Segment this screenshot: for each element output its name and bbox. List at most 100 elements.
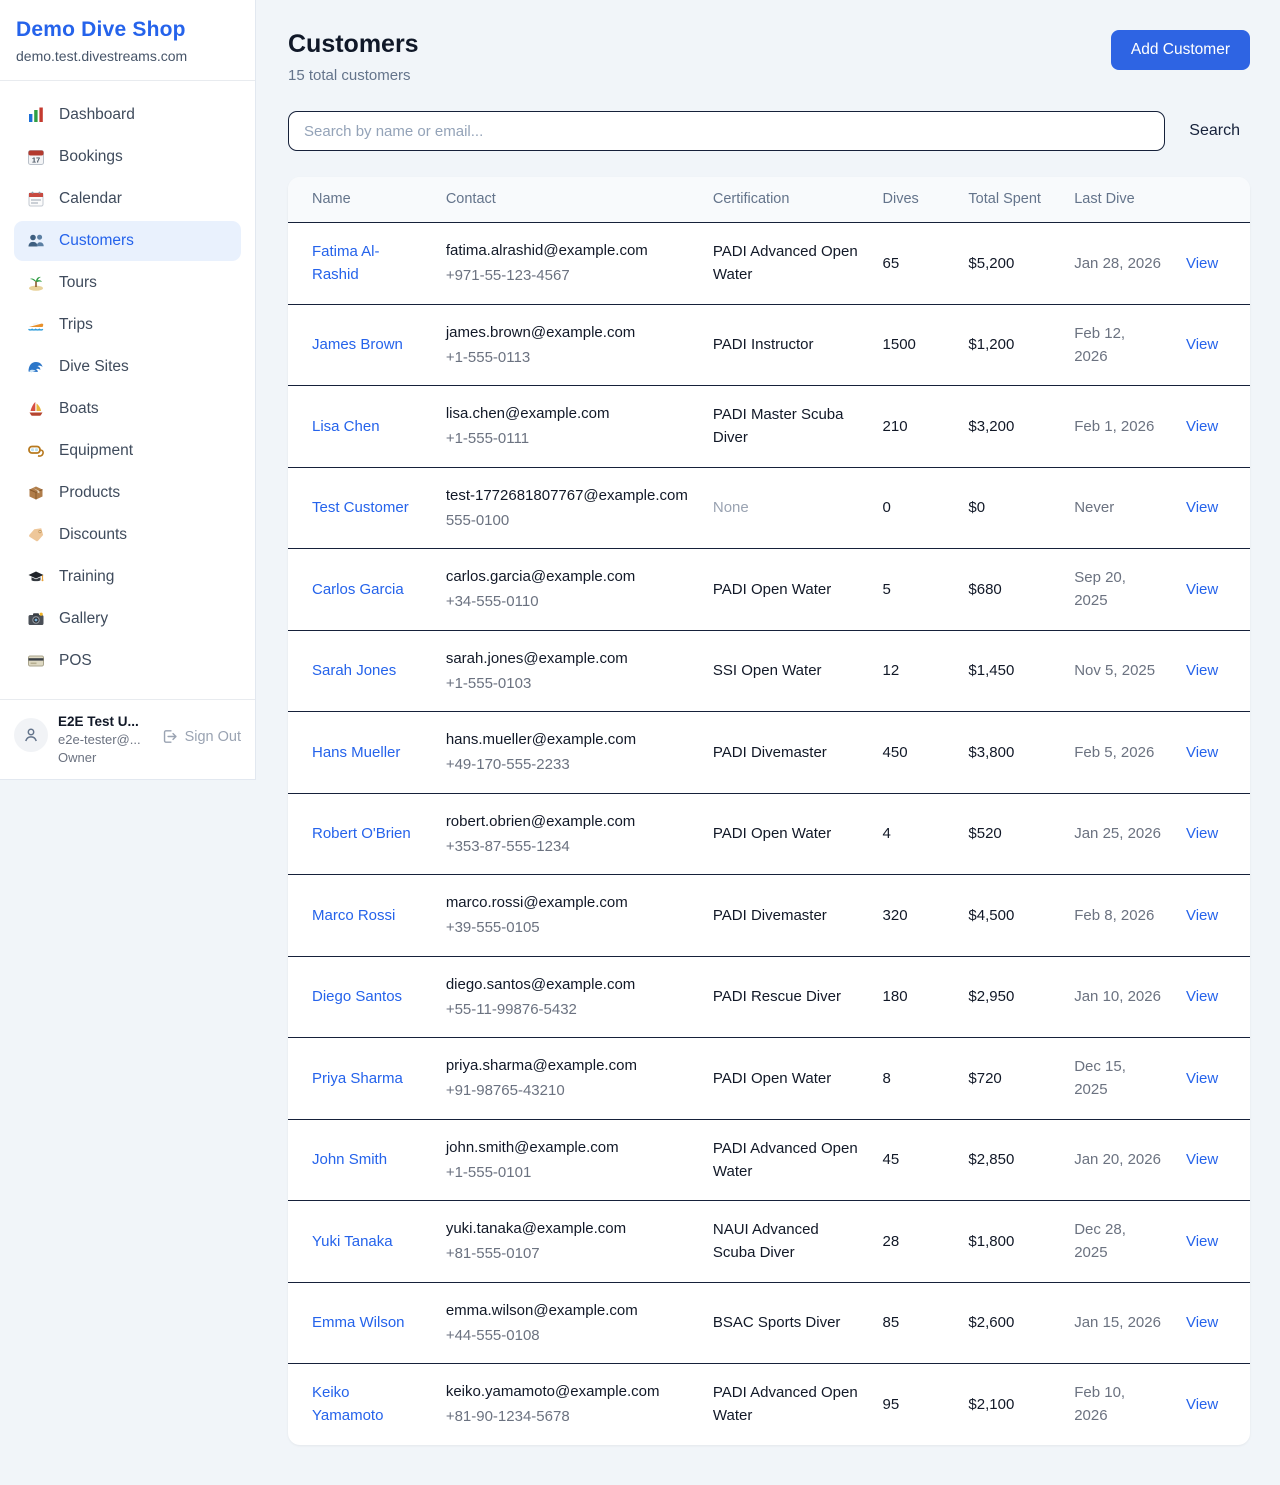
customer-name-link[interactable]: Emma Wilson [312,1314,405,1331]
sidebar-item-training[interactable]: Training [14,557,241,597]
customer-certification: PADI Open Water [713,825,831,842]
customer-name-link[interactable]: James Brown [312,336,403,353]
customer-name-link[interactable]: Keiko Yamamoto [312,1384,383,1424]
column-header-certification: Certification [701,177,871,223]
customer-last-dive: Jan 15, 2026 [1074,1314,1161,1331]
customer-last-dive: Feb 8, 2026 [1074,907,1154,924]
customer-total-spent: $1,200 [968,336,1014,353]
view-customer-link[interactable]: View [1186,336,1218,353]
sidebar-item-discounts[interactable]: Discounts [14,515,241,555]
sidebar-item-bookings[interactable]: 17 Bookings [14,137,241,177]
sidebar-item-equipment[interactable]: Equipment [14,431,241,471]
customer-last-dive: Dec 28, 2025 [1074,1221,1126,1261]
sign-out-button[interactable]: Sign Out [161,728,241,745]
customer-email: james.brown@example.com [446,321,689,344]
customer-name-link[interactable]: Sarah Jones [312,662,396,679]
customer-name-link[interactable]: Hans Mueller [312,744,400,761]
search-row: Search [288,111,1250,151]
customers-icon [26,231,46,251]
view-customer-link[interactable]: View [1186,1314,1218,1331]
table-row: John Smith john.smith@example.com +1-555… [288,1119,1250,1201]
table-row: Carlos Garcia carlos.garcia@example.com … [288,549,1250,631]
view-customer-link[interactable]: View [1186,418,1218,435]
view-customer-link[interactable]: View [1186,662,1218,679]
table-row: Test Customer test-1772681807767@example… [288,467,1250,549]
table-header: Name Contact Certification Dives Total S… [288,177,1250,223]
sidebar-item-label: Training [59,568,114,586]
customer-total-spent: $0 [968,499,985,516]
customer-phone: +34-555-0110 [446,590,689,613]
sidebar-item-label: Trips [59,316,93,334]
view-customer-link[interactable]: View [1186,255,1218,272]
customer-last-dive: Nov 5, 2025 [1074,662,1155,679]
customer-total-spent: $2,950 [968,988,1014,1005]
customer-name-link[interactable]: Marco Rossi [312,907,395,924]
customer-name-link[interactable]: John Smith [312,1151,387,1168]
dashboard-icon [26,105,46,125]
sidebar-item-gallery[interactable]: Gallery [14,599,241,639]
table-row: Yuki Tanaka yuki.tanaka@example.com +81-… [288,1201,1250,1283]
customer-total-spent: $3,800 [968,744,1014,761]
shop-name: Demo Dive Shop [16,18,239,42]
customer-total-spent: $4,500 [968,907,1014,924]
sidebar-item-boats[interactable]: Boats [14,389,241,429]
sidebar-item-customers[interactable]: Customers [14,221,241,261]
sidebar-item-dashboard[interactable]: Dashboard [14,95,241,135]
customer-name-link[interactable]: Test Customer [312,499,409,516]
sidebar-item-products[interactable]: Products [14,473,241,513]
sidebar-item-calendar[interactable]: Calendar [14,179,241,219]
customer-name-link[interactable]: Yuki Tanaka [312,1233,393,1250]
view-customer-link[interactable]: View [1186,825,1218,842]
customer-certification: SSI Open Water [713,662,822,679]
customer-dives: 1500 [883,336,916,353]
search-button[interactable]: Search [1179,114,1250,148]
view-customer-link[interactable]: View [1186,907,1218,924]
tours-icon [26,273,46,293]
customer-email: test-1772681807767@example.com [446,484,689,507]
view-customer-link[interactable]: View [1186,1396,1218,1413]
customer-name-link[interactable]: Fatima Al-Rashid [312,243,380,283]
sign-out-label: Sign Out [185,729,241,745]
search-input[interactable] [288,111,1165,151]
view-customer-link[interactable]: View [1186,581,1218,598]
customer-last-dive: Feb 5, 2026 [1074,744,1154,761]
svg-text:17: 17 [32,156,40,165]
customer-last-dive: Jan 25, 2026 [1074,825,1161,842]
customer-email: john.smith@example.com [446,1136,689,1159]
customer-certification: PADI Master Scuba Diver [713,406,844,446]
customer-last-dive: Dec 15, 2025 [1074,1058,1126,1098]
sidebar-item-label: Boats [59,400,99,418]
sidebar-item-trips[interactable]: Trips [14,305,241,345]
view-customer-link[interactable]: View [1186,744,1218,761]
add-customer-button[interactable]: Add Customer [1111,30,1250,70]
customer-name-link[interactable]: Robert O'Brien [312,825,411,842]
customer-dives: 180 [883,988,908,1005]
sidebar-item-pos[interactable]: POS [14,641,241,681]
customer-email: robert.obrien@example.com [446,810,689,833]
customer-total-spent: $680 [968,581,1001,598]
view-customer-link[interactable]: View [1186,1233,1218,1250]
customer-name-link[interactable]: Diego Santos [312,988,402,1005]
sidebar-item-label: Products [59,484,120,502]
column-header-contact: Contact [434,177,701,223]
view-customer-link[interactable]: View [1186,1070,1218,1087]
table-row: Robert O'Brien robert.obrien@example.com… [288,793,1250,875]
customer-name-link[interactable]: Carlos Garcia [312,581,404,598]
customer-name-link[interactable]: Lisa Chen [312,418,380,435]
sidebar-item-dive-sites[interactable]: Dive Sites [14,347,241,387]
view-customer-link[interactable]: View [1186,499,1218,516]
customer-dives: 5 [883,581,891,598]
user-info: E2E Test U... e2e-tester@... Owner [58,714,151,765]
user-name: E2E Test U... [58,714,151,729]
table-row: Sarah Jones sarah.jones@example.com +1-5… [288,630,1250,712]
sidebar-nav: Dashboard 17 Bookings Calendar Customers… [0,81,255,693]
view-customer-link[interactable]: View [1186,988,1218,1005]
customer-name-link[interactable]: Priya Sharma [312,1070,403,1087]
customer-count: 15 total customers [288,67,419,84]
sidebar-item-tours[interactable]: Tours [14,263,241,303]
customer-certification: PADI Rescue Diver [713,988,841,1005]
customer-email: marco.rossi@example.com [446,891,689,914]
view-customer-link[interactable]: View [1186,1151,1218,1168]
customer-total-spent: $2,100 [968,1396,1014,1413]
main-content: Customers 15 total customers Add Custome… [256,0,1280,1475]
